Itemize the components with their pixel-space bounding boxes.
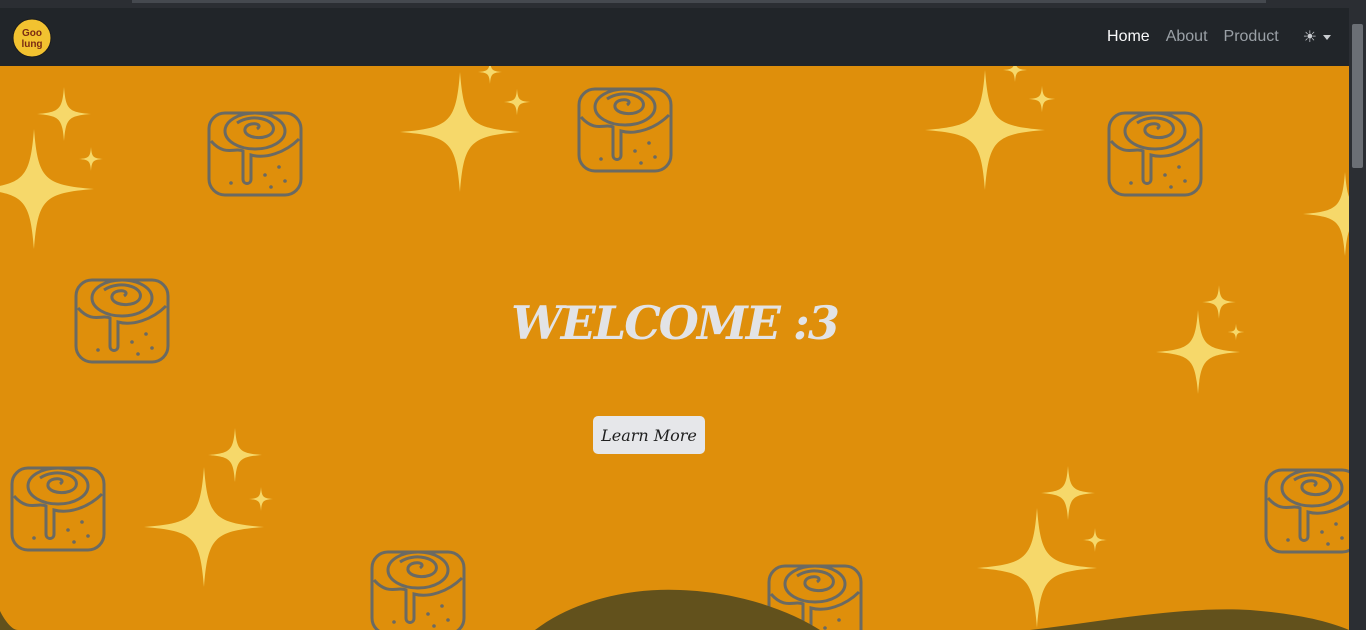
logo-text-top: Goo xyxy=(22,28,42,39)
sparkle-icon xyxy=(1303,172,1349,256)
hill-shape xyxy=(0,611,18,630)
hill-shape xyxy=(1030,609,1349,630)
sparkle-icon xyxy=(1028,85,1056,113)
sparkle-icon xyxy=(925,70,1045,190)
nav-links: Home About Product ☀ xyxy=(1107,8,1331,66)
sparkle-icon xyxy=(37,87,91,141)
sparkle-icon xyxy=(144,467,264,587)
nav-home-link[interactable]: Home xyxy=(1107,28,1150,46)
browser-top-strip xyxy=(0,0,1366,8)
sparkle-icon xyxy=(1041,466,1095,520)
cinnamon-roll-icon xyxy=(10,466,106,552)
sparkle-icon xyxy=(977,508,1097,628)
hill-shape xyxy=(535,589,820,630)
hero-section: WELCOME :3 Learn More xyxy=(0,66,1349,630)
sparkle-icon xyxy=(400,72,520,192)
sparkle-icon xyxy=(503,88,531,116)
browser-tab-strip xyxy=(132,0,1266,3)
sparkle-icon xyxy=(249,487,273,511)
nav-about-link[interactable]: About xyxy=(1166,28,1208,46)
cinnamon-roll-icon xyxy=(207,111,303,197)
sparkle-icon xyxy=(0,129,94,249)
sparkle-icon xyxy=(1003,66,1027,82)
chevron-down-icon xyxy=(1323,34,1331,40)
logo-text-bottom: lung xyxy=(21,39,42,50)
sparkle-icon xyxy=(1083,528,1107,552)
scrollbar[interactable] xyxy=(1349,8,1366,630)
nav-product-link[interactable]: Product xyxy=(1224,28,1279,46)
cinnamon-roll-icon xyxy=(1264,468,1349,554)
sun-icon: ☀ xyxy=(1302,29,1317,46)
scrollbar-thumb[interactable] xyxy=(1352,24,1363,168)
sparkle-icon xyxy=(79,147,103,171)
navbar: Goo lung Home About Product ☀ xyxy=(0,8,1349,66)
sparkle-icon xyxy=(478,66,502,84)
brand-logo[interactable]: Goo lung xyxy=(12,18,52,58)
welcome-heading: WELCOME :3 xyxy=(511,296,840,350)
learn-more-button[interactable]: Learn More xyxy=(593,416,705,454)
cinnamon-roll-icon xyxy=(370,550,466,630)
sparkle-icon xyxy=(208,428,262,482)
theme-toggle-dropdown[interactable]: ☀ xyxy=(1303,27,1331,47)
cinnamon-roll-icon xyxy=(1107,111,1203,197)
cinnamon-roll-icon xyxy=(577,87,673,173)
